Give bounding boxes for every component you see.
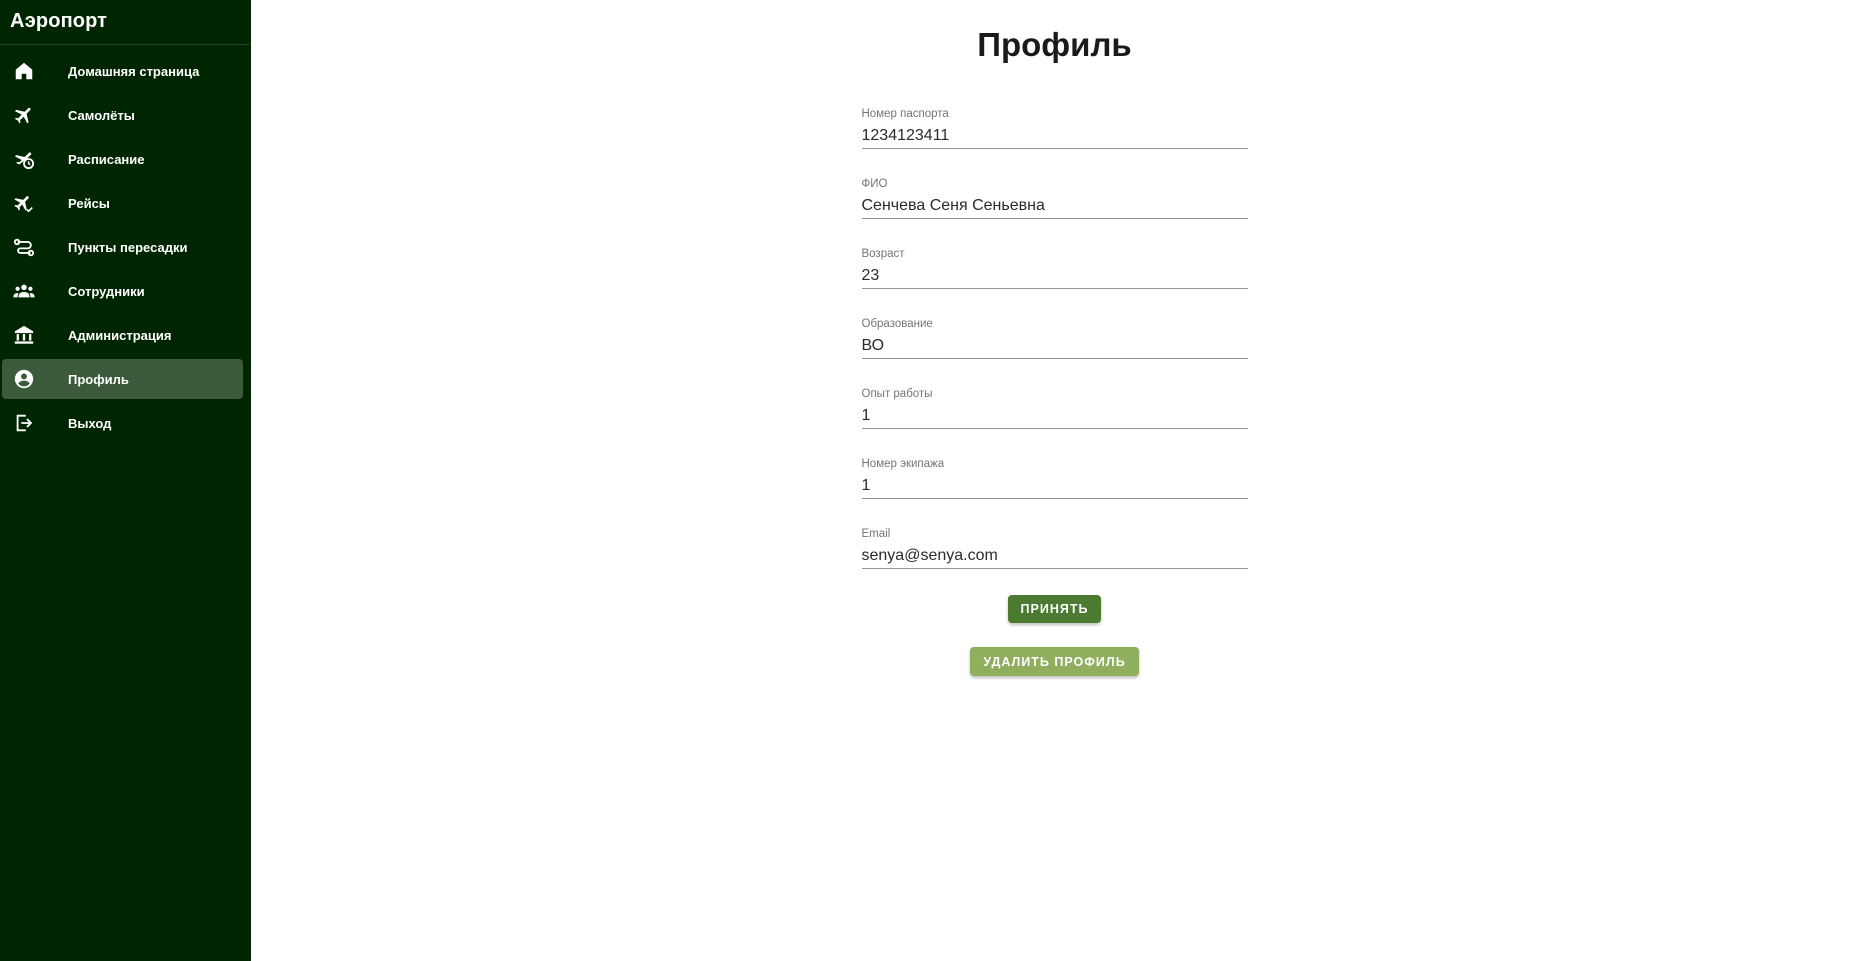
sidebar-item-label: Сотрудники — [68, 283, 145, 299]
education-field: Образование — [861, 317, 1248, 387]
sidebar-nav: Домашняя страница Самолёты Расписание Ре… — [0, 45, 251, 443]
field-label: Опыт работы — [861, 388, 933, 400]
schedule-icon — [12, 147, 36, 171]
experience-field: Опыт работы — [861, 387, 1248, 457]
sidebar-item-label: Пункты пересадки — [68, 239, 188, 255]
email-input[interactable] — [861, 541, 1248, 569]
form-actions: Принять Удалить профиль — [862, 595, 1248, 676]
sidebar-item-label: Рейсы — [68, 195, 110, 211]
crew-number-input[interactable] — [861, 471, 1248, 499]
sidebar-item-label: Профиль — [68, 371, 129, 387]
sidebar-header: Аэропорт — [0, 0, 251, 45]
field-label: Номер экипажа — [861, 458, 945, 470]
sidebar-item-label: Администрация — [68, 327, 172, 343]
field-label: ФИО — [861, 178, 888, 190]
field-label: Email — [861, 528, 891, 540]
sidebar-item-employees[interactable]: Сотрудники — [2, 271, 243, 311]
crew-number-field: Номер экипажа — [861, 457, 1248, 527]
sidebar-item-transfers[interactable]: Пункты пересадки — [2, 227, 243, 267]
field-label: Номер паспорта — [861, 108, 949, 120]
field-label: Образование — [861, 318, 933, 330]
main-content: Профиль Номер паспорта ФИО Возраст Образ… — [251, 0, 1858, 961]
page-title: Профиль — [977, 26, 1132, 63]
flight-check-icon — [12, 191, 36, 215]
sidebar-item-planes[interactable]: Самолёты — [2, 95, 243, 135]
field-label: Возраст — [861, 248, 905, 260]
app-title: Аэропорт — [10, 10, 108, 32]
sidebar-item-logout[interactable]: Выход — [2, 403, 243, 443]
people-icon — [12, 279, 36, 303]
sidebar-item-flights[interactable]: Рейсы — [2, 183, 243, 223]
experience-input[interactable] — [861, 401, 1248, 429]
accept-button[interactable]: Принять — [1007, 595, 1102, 623]
passport-input[interactable] — [861, 121, 1248, 149]
age-field: Возраст — [861, 247, 1248, 317]
sidebar-item-profile[interactable]: Профиль — [2, 359, 243, 399]
fullname-field: ФИО — [861, 177, 1248, 247]
sidebar-item-home[interactable]: Домашняя страница — [2, 51, 243, 91]
home-icon — [12, 59, 36, 83]
account-circle-icon — [12, 367, 36, 391]
sidebar-item-label: Самолёты — [68, 107, 135, 123]
age-input[interactable] — [861, 261, 1248, 289]
education-input[interactable] — [861, 331, 1248, 359]
logout-icon — [12, 411, 36, 435]
airplane-icon — [12, 103, 36, 127]
passport-field: Номер паспорта — [861, 107, 1248, 177]
route-icon — [12, 235, 36, 259]
sidebar: Аэропорт Домашняя страница Самолёты Расп… — [0, 0, 251, 961]
app-root: Аэропорт Домашняя страница Самолёты Расп… — [0, 0, 1858, 961]
fullname-input[interactable] — [861, 191, 1248, 219]
sidebar-item-schedule[interactable]: Расписание — [2, 139, 243, 179]
delete-profile-button[interactable]: Удалить профиль — [970, 647, 1139, 676]
email-field: Email — [861, 527, 1248, 597]
sidebar-item-label: Домашняя страница — [68, 63, 200, 79]
profile-form: Номер паспорта ФИО Возраст Образование О… — [861, 107, 1248, 676]
sidebar-item-label: Выход — [68, 415, 112, 431]
sidebar-item-administration[interactable]: Администрация — [2, 315, 243, 355]
bank-icon — [12, 323, 36, 347]
sidebar-item-label: Расписание — [68, 151, 145, 167]
